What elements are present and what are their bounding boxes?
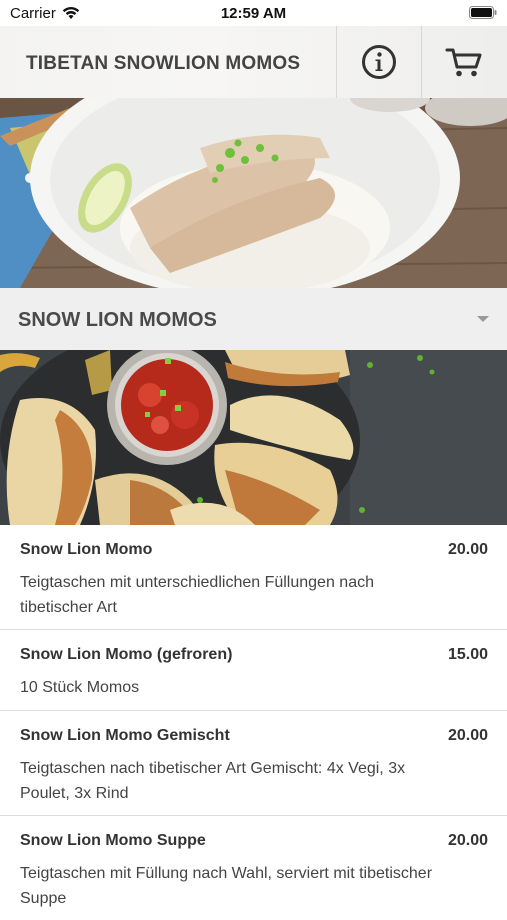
menu-item-price: 15.00 — [447, 646, 488, 663]
category-header[interactable]: SNOW LION MOMOS — [0, 288, 507, 351]
status-bar: Carrier 12:59 AM — [0, 0, 507, 26]
menu-item[interactable]: Snow Lion Momo Gemischt 20.00 Teigtasche… — [0, 711, 507, 816]
menu-item-price: 20.00 — [447, 832, 488, 849]
menu-item[interactable]: Snow Lion Momo Suppe 20.00 Teigtaschen m… — [0, 816, 507, 920]
menu-list: Snow Lion Momo 20.00 Teigtaschen mit unt… — [0, 525, 507, 920]
info-icon — [362, 45, 396, 79]
category-image — [0, 350, 507, 525]
menu-item-description: 10 Stück Momos — [20, 679, 140, 696]
cart-button[interactable] — [422, 26, 506, 98]
menu-item[interactable]: Snow Lion Momo (gefroren) 15.00 10 Stück… — [0, 630, 507, 711]
menu-item-name: Snow Lion Momo — [20, 541, 153, 558]
menu-item[interactable]: Snow Lion Momo 20.00 Teigtaschen mit unt… — [0, 525, 507, 630]
clock: 12:59 AM — [220, 5, 287, 22]
cart-icon — [445, 48, 482, 77]
menu-item-price: 20.00 — [447, 541, 488, 558]
menu-item-name: Snow Lion Momo Gemischt — [20, 727, 230, 744]
hero-image — [0, 98, 507, 288]
restaurant-title: TIBETAN SNOWLION MOMOS — [26, 53, 301, 74]
chevron-down-icon — [477, 316, 489, 322]
menu-item-name: Snow Lion Momo Suppe — [20, 832, 206, 849]
app-header: TIBETAN SNOWLION MOMOS — [0, 26, 507, 98]
category-label: SNOW LION MOMOS — [18, 309, 217, 331]
battery-icon — [469, 6, 497, 19]
menu-item-name: Snow Lion Momo (gefroren) — [20, 646, 233, 663]
menu-item-description: Teigtaschen mit Füllung nach Wahl, servi… — [20, 865, 433, 907]
menu-item-description: Teigtaschen mit unterschiedlichen Füllun… — [20, 574, 374, 616]
menu-item-description: Teigtaschen nach tibetischer Art Gemisch… — [20, 760, 406, 802]
menu-item-price: 20.00 — [447, 727, 488, 744]
info-button[interactable] — [337, 26, 421, 98]
